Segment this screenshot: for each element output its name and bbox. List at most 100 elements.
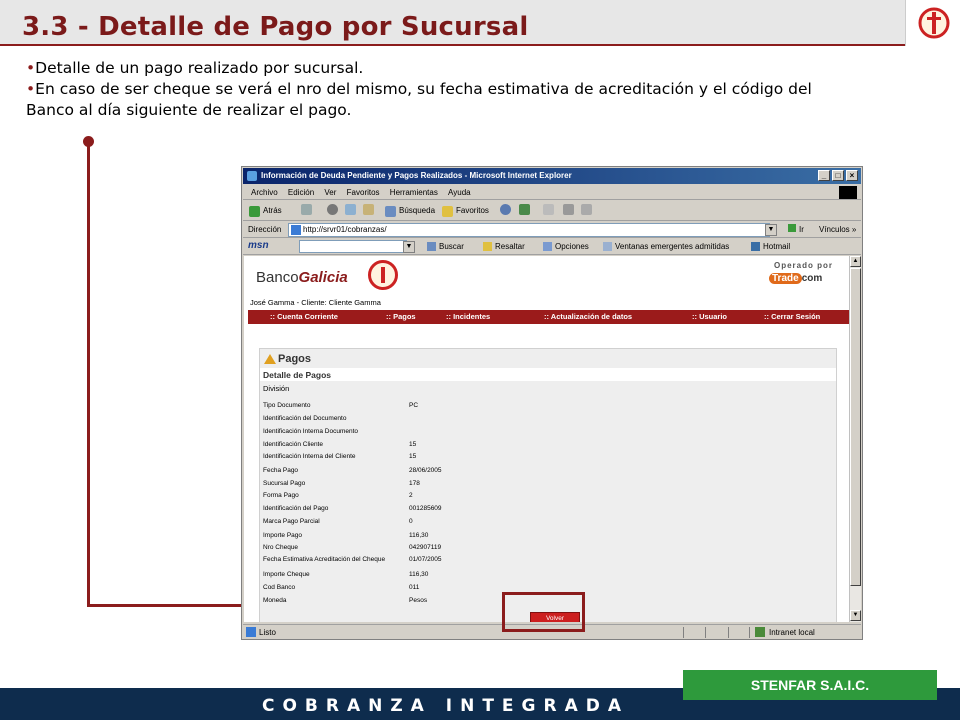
menu-ver[interactable]: Ver	[324, 185, 336, 200]
detail-value: 15	[409, 441, 417, 448]
stop-icon	[327, 204, 338, 215]
scroll-thumb[interactable]	[850, 268, 861, 586]
media-icon	[500, 204, 511, 215]
menu-herramientas[interactable]: Herramientas	[390, 185, 438, 200]
menu-ayuda[interactable]: Ayuda	[448, 185, 471, 200]
page-done-icon	[246, 627, 256, 637]
msn-search-label: Buscar	[439, 242, 464, 251]
stop-button[interactable]	[327, 204, 338, 218]
panel-title: Pagos	[264, 353, 311, 365]
msn-options-button[interactable]: Opciones	[543, 241, 589, 253]
trade-com-logo: Trade com	[769, 273, 839, 287]
media-button[interactable]	[500, 204, 511, 218]
nav-cerrar-sesion[interactable]: :: Cerrar Sesión	[764, 310, 820, 324]
bullet-marker: •	[26, 80, 36, 98]
popup-window-icon	[603, 242, 612, 251]
detail-label: Sucursal Pago	[263, 480, 306, 487]
bank-suffix: Galicia	[298, 269, 348, 286]
forward-button[interactable]	[301, 204, 312, 218]
bank-prefix: Banco	[256, 269, 299, 286]
detail-label: Moneda	[263, 597, 287, 604]
scroll-down-icon[interactable]: ▼	[850, 610, 861, 621]
history-button[interactable]	[519, 204, 530, 218]
detail-label: Cod Banco	[263, 584, 296, 591]
minimize-button[interactable]: _	[818, 170, 830, 181]
mail-button[interactable]	[543, 204, 554, 218]
detail-label: Identificación del Pago	[263, 505, 329, 512]
home-icon	[363, 204, 374, 215]
slide-header: 3.3 - Detalle de Pago por Sucursal	[0, 0, 960, 46]
nav-actualizacion-datos[interactable]: :: Actualización de datos	[544, 310, 632, 324]
msn-search-input[interactable]	[299, 240, 407, 253]
msn-options-label: Opciones	[555, 242, 589, 251]
links-label: Vínculos	[819, 225, 850, 234]
options-icon	[543, 242, 552, 251]
nav-pagos[interactable]: :: Pagos	[386, 310, 416, 324]
refresh-button[interactable]	[345, 204, 356, 218]
detail-value: 042907119	[409, 544, 442, 551]
bullet-continuation: Banco al día siguiente de realizar el pa…	[26, 101, 352, 119]
print-button[interactable]	[563, 204, 574, 218]
detail-label: Forma Pago	[263, 492, 299, 499]
msn-toolbar: msn ▼ Buscar Resaltar Opciones Ventanas …	[243, 239, 861, 255]
volver-highlight-box	[502, 592, 585, 632]
trade-logo-part2: com	[801, 273, 823, 284]
vertical-scrollbar[interactable]: ▲ ▼	[849, 256, 861, 622]
home-button[interactable]	[363, 204, 374, 218]
pointer-line-vertical	[87, 142, 90, 607]
section-title: Detalle de Pagos	[263, 370, 332, 380]
address-dropdown-button[interactable]: ▼	[765, 224, 777, 236]
detail-label: Nro Cheque	[263, 544, 299, 551]
address-input[interactable]: http://srvr01/cobranzas/	[288, 223, 770, 237]
slide-title: 3.3 - Detalle de Pago por Sucursal	[22, 12, 529, 42]
division-label: División	[263, 384, 290, 393]
msn-highlight-label: Resaltar	[495, 242, 525, 251]
edit-icon	[581, 204, 592, 215]
search-button[interactable]: Búsqueda	[385, 204, 435, 218]
menu-favoritos[interactable]: Favoritos	[347, 185, 380, 200]
window-title: Información de Deuda Pendiente y Pagos R…	[261, 171, 572, 180]
nav-incidentes[interactable]: :: Incidentes	[446, 310, 490, 324]
detail-value: 011	[409, 584, 420, 591]
links-button[interactable]: Vínculos »	[819, 224, 856, 236]
scroll-up-icon[interactable]: ▲	[850, 256, 861, 267]
detail-value: 178	[409, 480, 420, 487]
search-label: Búsqueda	[399, 206, 436, 215]
back-button[interactable]: Atrás	[249, 204, 282, 218]
nav-usuario[interactable]: :: Usuario	[692, 310, 727, 324]
security-zone: Intranet local	[755, 627, 815, 638]
msn-dropdown-button[interactable]: ▼	[403, 241, 415, 253]
status-divider	[705, 627, 706, 638]
close-button[interactable]: ×	[846, 170, 858, 181]
payment-detail-panel: Pagos Detalle de Pagos División Tipo Doc…	[259, 348, 837, 622]
go-label: Ir	[799, 225, 804, 234]
detail-label: Identificación Cliente	[263, 441, 323, 448]
panel-title-text: Pagos	[278, 353, 312, 365]
status-text: Listo	[259, 628, 276, 637]
detail-label: Importe Cheque	[263, 571, 310, 578]
msn-popups-button[interactable]: Ventanas emergentes admitidas	[603, 241, 729, 253]
msn-hotmail-button[interactable]: Hotmail	[751, 241, 790, 253]
menu-archivo[interactable]: Archivo	[251, 185, 278, 200]
favorites-star-icon	[442, 206, 453, 217]
bullet-item: •Detalle de un pago realizado por sucurs…	[26, 58, 946, 79]
bank-header: BancoGalicia Operado por Trade com	[244, 256, 849, 294]
msn-logo: msn	[248, 240, 269, 251]
slide: 3.3 - Detalle de Pago por Sucursal •Deta…	[0, 0, 960, 720]
hotmail-icon	[751, 242, 760, 251]
go-button[interactable]: Ir	[788, 224, 804, 236]
edit-button[interactable]	[581, 204, 592, 218]
msn-search-button[interactable]: Buscar	[427, 241, 464, 253]
menu-edicion[interactable]: Edición	[288, 185, 314, 200]
detail-value: Pesos	[409, 597, 428, 604]
detail-label: Marca Pago Parcial	[263, 518, 320, 525]
windows-flag-icon	[839, 186, 857, 199]
galicia-seal-logo	[905, 0, 960, 46]
msn-highlight-button[interactable]: Resaltar	[483, 241, 525, 253]
favorites-button[interactable]: Favoritos	[442, 204, 489, 218]
address-value: http://srvr01/cobranzas/	[303, 225, 387, 234]
maximize-button[interactable]: □	[832, 170, 844, 181]
msn-hotmail-label: Hotmail	[763, 242, 791, 251]
browser-window: Información de Deuda Pendiente y Pagos R…	[241, 166, 863, 640]
nav-cuenta-corriente[interactable]: :: Cuenta Corriente	[270, 310, 338, 324]
